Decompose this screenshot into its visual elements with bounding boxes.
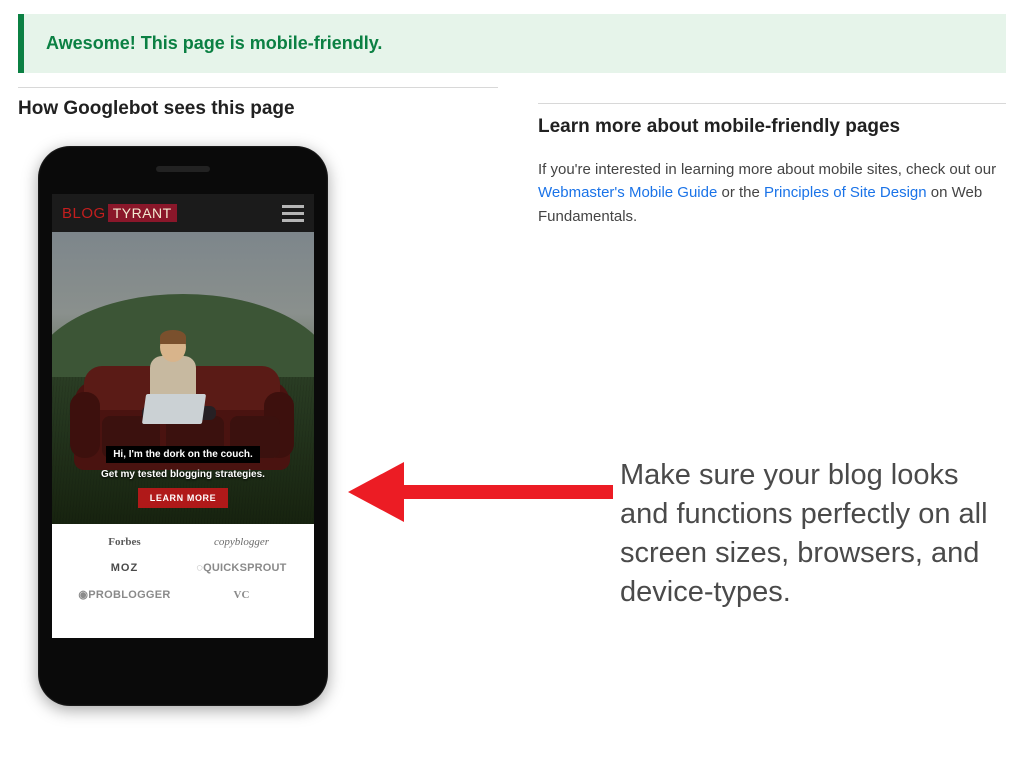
person-illustration xyxy=(132,332,222,418)
divider xyxy=(18,87,498,88)
phone-screen: BLOG TYRANT xyxy=(52,194,314,638)
webmaster-guide-link[interactable]: Webmaster's Mobile Guide xyxy=(538,184,717,201)
press-logo-moz: MOZ xyxy=(66,562,183,574)
googlebot-heading: How Googlebot sees this page xyxy=(18,98,498,120)
press-logos-grid: Forbes copyblogger MOZ QUICKSPROUT PROBL… xyxy=(52,524,314,601)
phone-mockup: BLOG TYRANT xyxy=(38,146,328,706)
principles-link[interactable]: Principles of Site Design xyxy=(764,184,927,201)
site-header: BLOG TYRANT xyxy=(52,194,314,232)
hero-tagline-2: Get my tested blogging strategies. xyxy=(52,469,314,480)
success-banner-text: Awesome! This page is mobile-friendly. xyxy=(46,33,382,53)
learn-more-heading: Learn more about mobile-friendly pages xyxy=(538,116,1006,138)
hamburger-menu-icon[interactable] xyxy=(282,205,304,222)
logo-part2: TYRANT xyxy=(108,204,177,222)
press-logo-quicksprout: QUICKSPROUT xyxy=(183,562,300,574)
para-text: or the xyxy=(717,184,764,201)
learn-more-paragraph: If you're interested in learning more ab… xyxy=(538,158,1006,228)
success-banner: Awesome! This page is mobile-friendly. xyxy=(18,14,1006,73)
para-text: If you're interested in learning more ab… xyxy=(538,161,996,178)
press-logo-forbes: Forbes xyxy=(66,536,183,548)
learn-more-button[interactable]: LEARN MORE xyxy=(138,488,229,508)
annotation-text: Make sure your blog looks and functions … xyxy=(620,456,1000,613)
logo-part1: BLOG xyxy=(62,205,106,222)
press-logo-copyblogger: copyblogger xyxy=(183,536,300,548)
press-logo-vc: VC xyxy=(183,588,300,601)
hero-image: Hi, I'm the dork on the couch. Get my te… xyxy=(52,232,314,524)
phone-speaker-icon xyxy=(156,166,210,172)
divider xyxy=(538,103,1006,104)
press-logo-problogger: PROBLOGGER xyxy=(66,588,183,601)
hero-text: Hi, I'm the dork on the couch. Get my te… xyxy=(52,444,314,508)
hero-tagline-1: Hi, I'm the dork on the couch. xyxy=(106,446,260,463)
left-column: How Googlebot sees this page BLOG TYRANT xyxy=(18,73,498,706)
site-logo[interactable]: BLOG TYRANT xyxy=(62,204,177,222)
